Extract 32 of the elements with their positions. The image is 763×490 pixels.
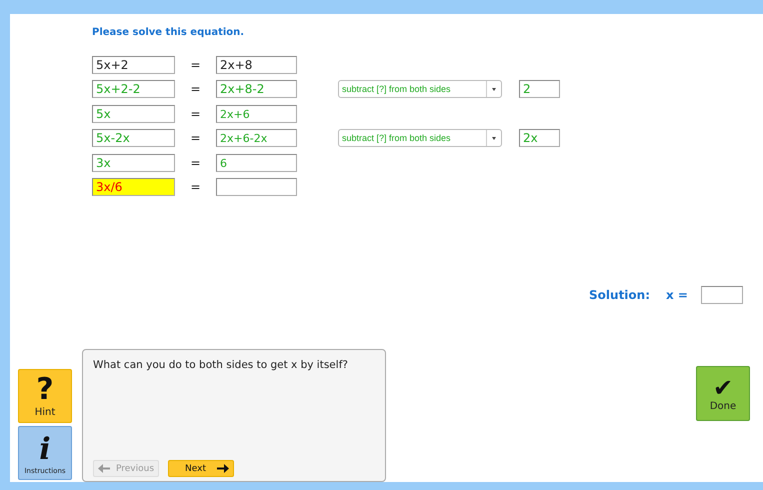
amount-field[interactable]: 2: [519, 80, 560, 98]
action-dropdown[interactable]: subtract [?] from both sides: [338, 80, 502, 98]
right-expression-field[interactable]: 2x+8: [216, 56, 297, 74]
right-expression-field[interactable]: 2x+6-2x: [216, 129, 297, 147]
done-button[interactable]: ✔ Done: [696, 366, 750, 421]
arrow-icon: [98, 464, 110, 473]
instruction-text: Please solve this equation.: [92, 27, 246, 40]
left-expression-field[interactable]: 5x+2-2: [92, 80, 175, 98]
equals-sign: =: [189, 131, 202, 145]
left-expression-field[interactable]: 3x: [92, 154, 175, 172]
left-expression-field[interactable]: 5x: [92, 104, 175, 122]
left-expression-field[interactable]: 5x+2: [92, 56, 175, 74]
left-expression-field[interactable]: 5x-2x: [92, 129, 175, 147]
equals-sign: =: [189, 180, 202, 194]
right-expression-field[interactable]: [216, 178, 297, 196]
equals-sign: =: [189, 106, 202, 120]
hint-button[interactable]: ? Hint: [18, 369, 72, 423]
variable-label: x =: [666, 288, 688, 302]
next-button[interactable]: Next: [168, 460, 234, 477]
right-expression-field[interactable]: 2x+8-2: [216, 80, 297, 98]
left-expression-field[interactable]: 3x/6: [92, 178, 175, 196]
right-expression-field[interactable]: 2x+6: [216, 104, 297, 122]
solution-field[interactable]: [701, 286, 743, 304]
solution-label: Solution:: [589, 288, 650, 302]
arrow-icon: [217, 464, 230, 473]
action-dropdown[interactable]: subtract [?] from both sides: [338, 129, 502, 147]
equals-sign: =: [189, 58, 202, 72]
feedback-message: What can you do to both sides to get x by itself?: [93, 359, 349, 373]
equals-sign: =: [189, 156, 202, 170]
right-expression-field[interactable]: 6: [216, 154, 297, 172]
amount-field[interactable]: 2x: [519, 129, 560, 147]
equals-sign: =: [189, 82, 202, 96]
